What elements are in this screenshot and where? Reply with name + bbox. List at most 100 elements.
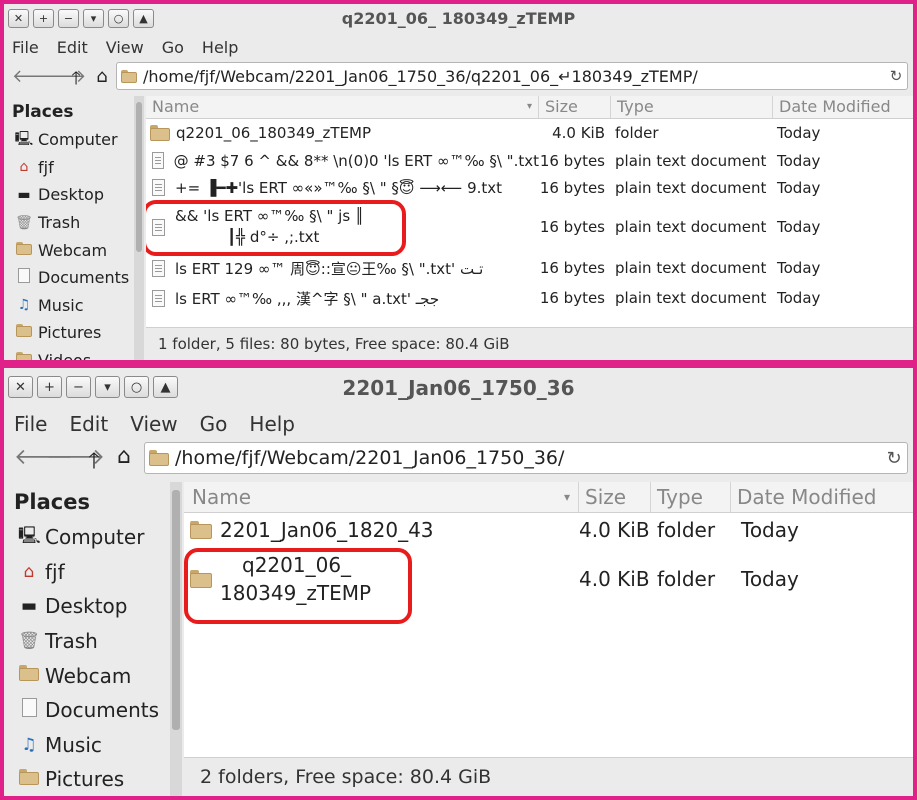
status-bar: 1 folder, 5 files: 80 bytes, Free space:…	[146, 327, 913, 360]
file-name-cell: q2201_06_ 180349_zTEMP	[184, 551, 579, 607]
file-modified: Today	[741, 567, 799, 591]
folder-icon	[149, 450, 169, 466]
file-modified: Today	[777, 289, 821, 307]
file-row[interactable]: 2201_Jan06_1820_43 4.0 KiB folder Today	[184, 513, 913, 547]
file-row[interactable]: @ #3 $7 6 ^ && 8** \n(0)0 'ls ERT ∞™‰ §\…	[146, 147, 913, 174]
sidebar-item-webcam[interactable]: Webcam	[4, 236, 134, 264]
window-title: 2201_Jan06_1750_36	[342, 376, 575, 400]
file-name-cell: += ▐━✚'ls ERT ∞«»™‰ §\ " §😇 ⟶⟵ 9.txt	[146, 179, 539, 197]
places-sidebar: Places 🖳 Computer ⌂ fjf ▬ Desktop 🗑 Trash We…	[4, 96, 134, 360]
scrollbar-thumb[interactable]	[136, 102, 142, 252]
sidebar-item-desktop[interactable]: ▬ Desktop	[4, 181, 134, 209]
location-bar[interactable]: /home/fjf/Webcam/2201_Jan06_1750_36/q220…	[116, 62, 908, 90]
file-row[interactable]: q2201_06_180349_zTEMP 4.0 KiB folder Tod…	[146, 119, 913, 147]
column-date-modified[interactable]: Date Modified	[773, 96, 913, 118]
sidebar-item-label: Webcam	[45, 663, 132, 688]
sidebar-item-documents[interactable]: Documents	[4, 264, 134, 292]
file-modified: Today	[777, 124, 821, 142]
sidebar-item-label: Pictures	[45, 767, 125, 792]
location-bar[interactable]: /home/fjf/Webcam/2201_Jan06_1750_36/ ↻	[144, 442, 908, 474]
desktop-icon: ▬	[20, 596, 38, 617]
file-row[interactable]: q2201_06_ 180349_zTEMP 4.0 KiB folder To…	[184, 547, 913, 611]
column-size[interactable]: Size	[539, 96, 611, 118]
sidebar-item-webcam[interactable]: Webcam	[4, 658, 170, 693]
menu-go[interactable]: Go	[200, 412, 228, 436]
sidebar-item-trash[interactable]: 🗑 Trash	[4, 624, 170, 659]
up-arrow-icon[interactable]: 🡑	[66, 66, 86, 96]
menu-bar: File Edit View Go Help	[4, 406, 913, 442]
sidebar-scrollbar[interactable]	[170, 482, 182, 796]
menu-edit[interactable]: Edit	[69, 412, 108, 436]
column-size[interactable]: Size	[579, 482, 651, 512]
title-bar[interactable]: ✕ + − ▾ ○ ▲ 2201_Jan06_1750_36	[4, 368, 913, 406]
home-icon[interactable]: ⌂	[92, 66, 112, 87]
column-type[interactable]: Type	[611, 96, 773, 118]
folder-icon	[150, 125, 170, 141]
file-row[interactable]: += ▐━✚'ls ERT ∞«»™‰ §\ " §😇 ⟶⟵ 9.txt 16 …	[146, 174, 913, 201]
sidebar-scrollbar[interactable]	[134, 96, 144, 360]
sidebar-item-label: Trash	[38, 213, 81, 233]
file-name: ls ERT 129 ∞™ 周😇::宣😐王‰ §\ ".txt' تـت	[175, 259, 484, 278]
column-header: Name ▾ Size Type Date Modified	[184, 482, 913, 513]
sidebar-item-pictures[interactable]: Pictures	[4, 319, 134, 347]
sidebar-item-music[interactable]: ♫ Music	[4, 292, 134, 320]
forward-arrow-icon[interactable]: 🡒	[46, 444, 105, 470]
sidebar-item-label: Videos	[38, 351, 91, 360]
sidebar-item-computer[interactable]: 🖳 Computer	[4, 520, 170, 555]
document-icon	[152, 259, 165, 277]
sidebar-item-music[interactable]: ♫ Music	[4, 728, 170, 763]
sidebar-item-computer[interactable]: 🖳 Computer	[4, 126, 134, 154]
column-name[interactable]: Name ▾	[146, 96, 539, 118]
menu-edit[interactable]: Edit	[57, 38, 88, 57]
location-path[interactable]: /home/fjf/Webcam/2201_Jan06_1750_36/	[175, 447, 881, 469]
column-date-modified[interactable]: Date Modified	[731, 482, 911, 512]
sidebar-item-documents[interactable]: Documents	[4, 693, 170, 728]
sidebar-item-desktop[interactable]: ▬ Desktop	[4, 589, 170, 624]
back-arrow-icon[interactable]: 🡐	[12, 66, 60, 87]
menu-view[interactable]: View	[106, 38, 144, 57]
file-row[interactable]: ls ERT 129 ∞™ 周😇::宣😐王‰ §\ ".txt' تـت 16 …	[146, 253, 913, 283]
file-row[interactable]: ls ERT ∞™‰ ,,, 漢^字 §\ " a.txt' ججـ 16 by…	[146, 283, 913, 313]
file-name: q2201_06_	[242, 553, 352, 577]
sidebar-item-videos[interactable]: Videos	[4, 347, 134, 360]
menu-view[interactable]: View	[130, 412, 177, 436]
column-name[interactable]: Name ▾	[184, 482, 579, 512]
menu-help[interactable]: Help	[202, 38, 238, 57]
column-type[interactable]: Type	[651, 482, 731, 512]
sidebar-item-label: fjf	[45, 559, 65, 584]
file-name-cell: 2201_Jan06_1820_43	[184, 518, 579, 542]
status-text: 1 folder, 5 files: 80 bytes, Free space:…	[158, 335, 510, 353]
file-list: Name ▾ Size Type Date Modified q2201_06_1…	[146, 96, 913, 328]
menu-file[interactable]: File	[12, 38, 39, 57]
sidebar-item-label: fjf	[38, 157, 54, 177]
scrollbar-thumb[interactable]	[172, 490, 180, 730]
sidebar-item-fjf[interactable]: ⌂ fjf	[4, 154, 134, 182]
sidebar-item-fjf[interactable]: ⌂ fjf	[4, 555, 170, 590]
reload-icon[interactable]: ↻	[885, 67, 907, 85]
file-row[interactable]: && 'ls ERT ∞™‰ §\ " js ║ ┃╬ d°÷ ,;.txt 1…	[146, 201, 913, 253]
file-type: plain text document	[615, 178, 767, 197]
location-path[interactable]: /home/fjf/Webcam/2201_Jan06_1750_36/q220…	[143, 67, 885, 86]
forward-arrow-icon[interactable]: 🡒	[38, 66, 86, 87]
sidebar-item-label: Webcam	[38, 240, 108, 260]
desktop-icon: ▬	[17, 186, 31, 203]
home-folder-icon: ⌂	[19, 159, 29, 176]
sidebar-item-label: Documents	[45, 698, 160, 723]
file-manager-window-bottom: ✕ + − ▾ ○ ▲ 2201_Jan06_1750_36 File Edit…	[4, 368, 913, 796]
file-name-line2: ┃╬ d°÷ ,;.txt	[227, 228, 320, 246]
sidebar-item-pictures[interactable]: Pictures	[4, 762, 170, 796]
up-arrow-icon[interactable]: 🡑	[82, 444, 106, 482]
menu-go[interactable]: Go	[162, 38, 184, 57]
file-name: && 'ls ERT ∞™‰ §\ " js ║	[175, 207, 364, 225]
sidebar-item-trash[interactable]: 🗑 Trash	[4, 209, 134, 237]
reload-icon[interactable]: ↻	[881, 448, 907, 469]
title-bar[interactable]: ✕ + − ▾ ○ ▲ q2201_06_ 180349_zTEMP	[4, 4, 913, 34]
home-icon[interactable]: ⌂	[112, 444, 136, 469]
menu-help[interactable]: Help	[249, 412, 295, 436]
file-type: plain text document	[615, 218, 767, 236]
trash-icon: 🗑	[18, 631, 40, 652]
menu-file[interactable]: File	[14, 412, 47, 436]
file-name-cell: q2201_06_180349_zTEMP	[146, 124, 539, 142]
back-arrow-icon[interactable]: 🡐	[14, 444, 73, 470]
file-name-cell: ls ERT 129 ∞™ 周😇::宣😐王‰ §\ ".txt' تـت	[146, 258, 539, 279]
